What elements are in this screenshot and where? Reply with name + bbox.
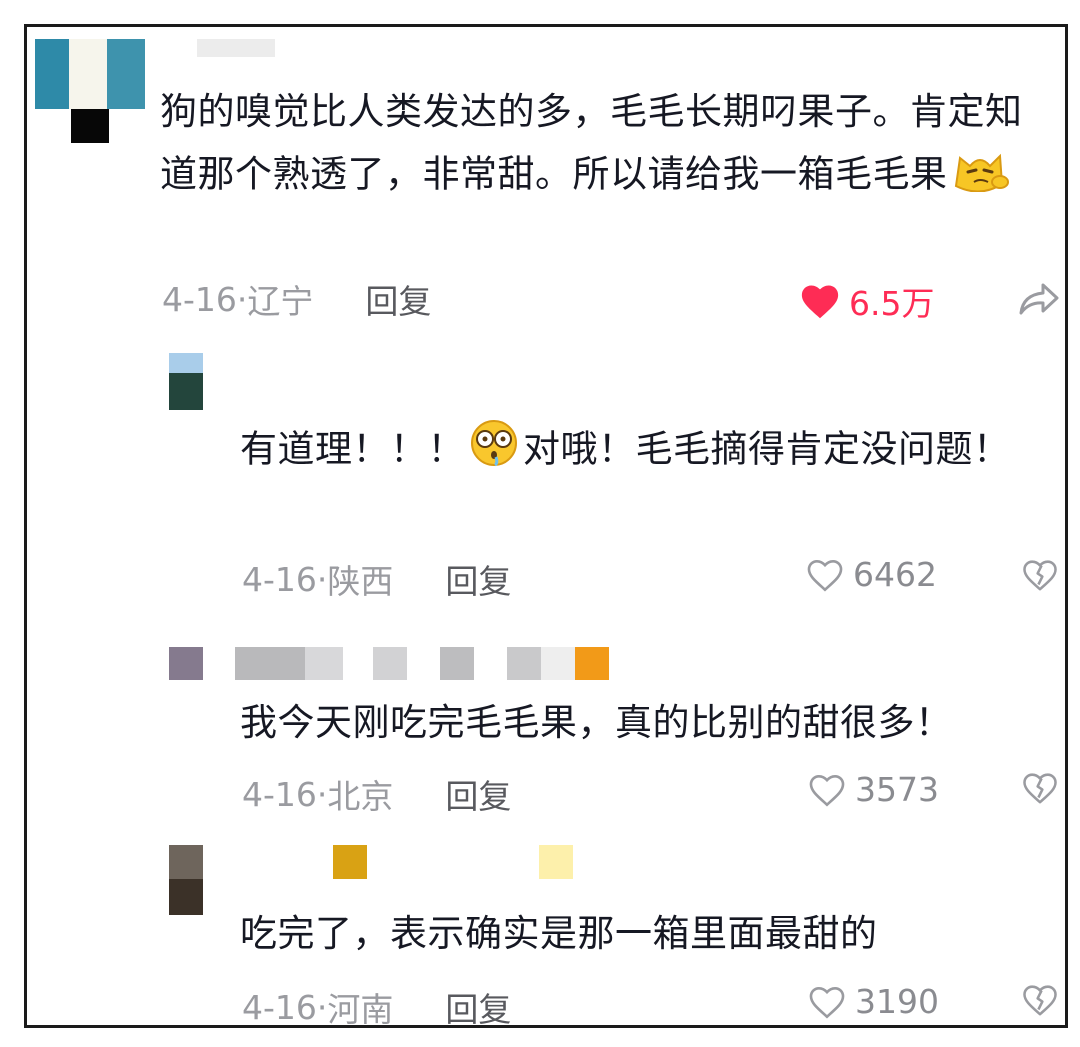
comment-section: 狗的嗅觉比人类发达的多，毛毛长期叼果子。肯定知道那个熟透了，非常甜。所以请给我一… [24,24,1068,1028]
dislike-heart-icon[interactable] [1021,982,1059,1022]
avatar[interactable] [169,647,203,680]
comment-meta: 4-16 · 北京 回复 [242,770,511,818]
like-button[interactable]: 6.5万 [799,277,934,325]
comment-text: 吃完了，表示确实是那一箱里面最甜的 [240,912,878,955]
location: 河南 [327,990,394,1028]
heart-outline-icon [809,986,845,1019]
comment-text: 狗的嗅觉比人类发达的多，毛毛长期叼果子。肯定知道那个熟透了，非常甜。所以请给我一… [160,81,1040,210]
reply-button[interactable]: 回复 [445,983,511,1025]
username-blurred[interactable] [333,845,573,879]
comment-meta: 4-16 · 陕西 回复 [242,555,511,603]
share-icon[interactable] [1017,281,1061,321]
avatar[interactable] [169,353,203,410]
reply-button[interactable]: 回复 [445,555,511,603]
smirk-cat-emoji [950,142,1012,210]
location: 北京 [327,777,394,816]
comment-text: 有道理！！！ 对哦！毛毛摘得肯定没问题！ [240,417,1040,485]
like-button[interactable]: 3190 [807,982,939,1021]
comment-meta: 4-16 · 辽宁 回复 [162,275,431,323]
avatar[interactable] [35,39,145,143]
heart-outline-icon [807,559,843,592]
location: 陕西 [327,562,394,601]
comment-meta: 4-16 · 河南 回复 [242,983,511,1028]
like-button[interactable]: 3573 [807,770,939,809]
date: 4-16 [242,774,317,814]
heart-outline-icon [809,774,845,807]
date: 4-16 [242,987,317,1027]
avatar[interactable] [169,845,203,915]
username-blurred[interactable] [235,647,625,680]
like-count: 3190 [855,982,939,1021]
location: 辽宁 [247,282,314,321]
comment-text: 我今天刚吃完毛毛果，真的比别的甜很多！ [240,701,953,744]
like-count: 3573 [855,770,939,809]
like-count: 6.5万 [849,284,935,323]
heart-filled-icon [801,285,839,319]
reply-button[interactable]: 回复 [445,770,511,818]
dislike-heart-icon[interactable] [1021,770,1059,810]
shocked-drool-emoji [467,417,521,485]
reply-button[interactable]: 回复 [365,275,431,323]
like-count: 6462 [853,555,937,594]
like-button[interactable]: 6462 [805,555,937,594]
dislike-heart-icon[interactable] [1021,557,1059,597]
username-blurred[interactable] [197,39,275,57]
date: 4-16 [242,559,317,599]
date: 4-16 [162,279,237,319]
